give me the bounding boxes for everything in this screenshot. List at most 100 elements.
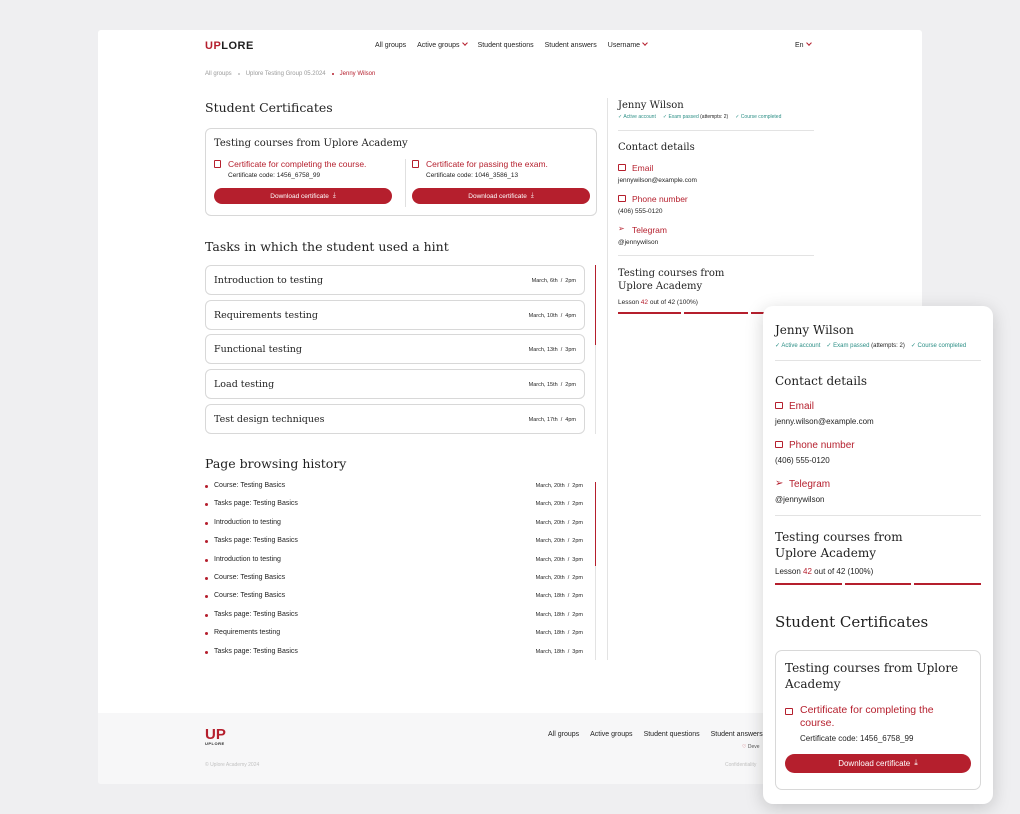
certificate-label-line: Certificate for completing the <box>800 704 934 717</box>
chevron-down-icon <box>461 40 468 46</box>
uplore-logo[interactable]: UPLORE <box>205 40 254 52</box>
progress-bar <box>775 583 982 586</box>
history-date: March, 18th / 2pm <box>535 611 583 618</box>
history-item[interactable]: Requirements testing March, 18th / 2pm <box>205 627 585 643</box>
download-certificate-button[interactable]: Download certificate ⤓ <box>214 188 392 204</box>
certificate-card: Testing courses from Uplore Academy Cert… <box>205 128 597 216</box>
task-name: Requirements testing <box>214 309 319 321</box>
task-item[interactable]: Functional testing March, 13th / 3pm <box>205 334 585 365</box>
footer-copyright: © Uplore Academy 2024 <box>205 762 260 768</box>
email-value[interactable]: jennywilson@example.com <box>618 177 814 184</box>
history-date: March, 20th / 2pm <box>535 538 583 545</box>
certificate-code: Certificate code: 1456_6758_99 <box>800 733 914 743</box>
nav-student-questions[interactable]: Student questions <box>478 42 534 49</box>
telegram-label: ➢ Telegram <box>618 224 814 235</box>
nav-student-answers[interactable]: Student answers <box>545 42 597 49</box>
history-date: March, 20th / 2pm <box>535 501 583 508</box>
progress-segment <box>775 583 842 586</box>
telegram-value[interactable]: @jennywilson <box>775 495 981 504</box>
course-title-line: Uplore Academy <box>775 545 876 560</box>
footer-nav-all-groups[interactable]: All groups <box>548 731 579 738</box>
history-item[interactable]: Introduction to testing March, 20th / 2pm <box>205 517 585 533</box>
history-date: March, 18th / 2pm <box>535 593 583 600</box>
footer-nav-active-groups[interactable]: Active groups <box>590 731 632 738</box>
email-value[interactable]: jenny.wilson@example.com <box>775 417 981 426</box>
phone-label-text: Phone number <box>632 194 688 204</box>
nav-username[interactable]: Username <box>607 40 648 49</box>
divider <box>775 360 981 361</box>
download-certificate-button[interactable]: Download certificate ⤓ <box>785 753 971 773</box>
progress-segment <box>914 583 982 586</box>
history-item[interactable]: Course: Testing Basics March, 20th / 2pm <box>205 572 585 588</box>
breadcrumb-separator <box>331 73 334 75</box>
footer-nav-student-answers[interactable]: Student answers <box>711 731 763 738</box>
certificate-course-title: Testing courses from Uplore Academy <box>214 138 408 149</box>
footer-nav-student-questions[interactable]: Student questions <box>644 731 700 738</box>
history-scrollbar[interactable] <box>595 482 596 660</box>
footer-developer[interactable]: ♡ Deve <box>742 744 760 750</box>
telegram-value[interactable]: @jennywilson <box>618 239 814 246</box>
language-select[interactable]: En <box>795 40 812 49</box>
task-item[interactable]: Test design techniques March, 17th / 4pm <box>205 403 585 434</box>
course-progress-title: Testing courses from Uplore Academy <box>775 530 981 561</box>
task-name: Functional testing <box>214 344 302 356</box>
language-label: En <box>795 42 804 49</box>
task-date-time: 2pm <box>565 278 576 284</box>
history-item[interactable]: Course: Testing Basics March, 18th / 2pm <box>205 590 585 606</box>
task-item[interactable]: Introduction to testing March, 6th / 2pm <box>205 265 585 295</box>
badge-text: Course completed <box>740 114 782 120</box>
certificates-title: Student Certificates <box>775 613 929 632</box>
footer-logo[interactable]: UP UPLORE <box>205 727 226 746</box>
scrollbar-thumb[interactable] <box>595 265 596 345</box>
certificates-title: Student Certificates <box>205 100 333 115</box>
scrollbar-thumb[interactable] <box>595 482 596 566</box>
history-date-time: 3pm <box>572 556 583 563</box>
status-badge: ✓ Active account <box>618 114 656 120</box>
footer-developer-text: Deve <box>747 744 760 750</box>
history-date-time: 2pm <box>572 501 583 508</box>
certificate-label: Certificate for completing the course. <box>214 159 392 169</box>
history-date-day: March, 18th <box>535 611 565 618</box>
tasks-scrollbar[interactable] <box>595 265 596 434</box>
student-name: Jenny Wilson <box>618 100 684 111</box>
task-item[interactable]: Load testing March, 15th / 2pm <box>205 369 585 400</box>
phone-value[interactable]: (406) 555-0120 <box>618 208 814 215</box>
history-date: March, 20th / 2pm <box>535 483 583 489</box>
certificate-item: Certificate for completing the course. C… <box>214 159 392 204</box>
history-date: March, 20th / 2pm <box>535 519 583 526</box>
certificate-course-title: Testing courses from Uplore Academy <box>785 661 971 692</box>
course-title-line: Uplore Academy <box>618 280 703 292</box>
nav-username-label: Username <box>607 42 641 49</box>
course-title-line: Testing courses from <box>618 268 725 279</box>
download-icon: ⤓ <box>530 192 534 199</box>
certificate-code: Certificate code: 1046_3586_13 <box>426 172 519 179</box>
task-date-day: March, 6th <box>531 278 558 284</box>
breadcrumb-all-groups[interactable]: All groups <box>205 71 232 77</box>
footer-confidentiality[interactable]: Confidentiality <box>725 762 756 768</box>
history-page-name: Introduction to testing <box>214 555 281 563</box>
history-item[interactable]: Tasks page: Testing Basics March, 20th / … <box>205 498 585 514</box>
certificate-label: Certificate for completing the course. <box>785 704 971 729</box>
task-date-time: 4pm <box>565 416 576 423</box>
bullet-icon <box>205 503 208 507</box>
history-item[interactable]: Course: Testing Basics March, 20th / 2pm <box>205 480 585 496</box>
download-certificate-button[interactable]: Download certificate ⤓ <box>412 188 590 204</box>
nav-all-groups[interactable]: All groups <box>375 42 406 49</box>
nav-active-groups[interactable]: Active groups <box>417 40 468 49</box>
history-date-day: March, 20th <box>535 575 565 581</box>
task-name: Test design techniques <box>214 413 325 425</box>
breadcrumb-group[interactable]: Uplore Testing Group 05.2024 <box>246 71 326 77</box>
certificate-label: Certificate for passing the exam. <box>412 159 590 169</box>
history-date-day: March, 20th <box>535 519 565 526</box>
history-item[interactable]: Introduction to testing March, 20th / 3pm <box>205 554 585 570</box>
nav-active-groups-label: Active groups <box>417 42 460 49</box>
history-item[interactable]: Tasks page: Testing Basics March, 20th / … <box>205 535 585 551</box>
footer-nav: All groups Active groups Student questio… <box>548 731 763 738</box>
lesson-suffix: out of 42 (100%) <box>814 567 874 577</box>
task-item[interactable]: Requirements testing March, 10th / 4pm <box>205 299 585 330</box>
bullet-icon <box>205 632 208 636</box>
task-date-time: 4pm <box>565 312 576 319</box>
history-item[interactable]: Tasks page: Testing Basics March, 18th / … <box>205 609 585 625</box>
phone-value[interactable]: (406) 555-0120 <box>775 456 981 465</box>
history-item[interactable]: Tasks page: Testing Basics March, 18th / … <box>205 646 585 662</box>
